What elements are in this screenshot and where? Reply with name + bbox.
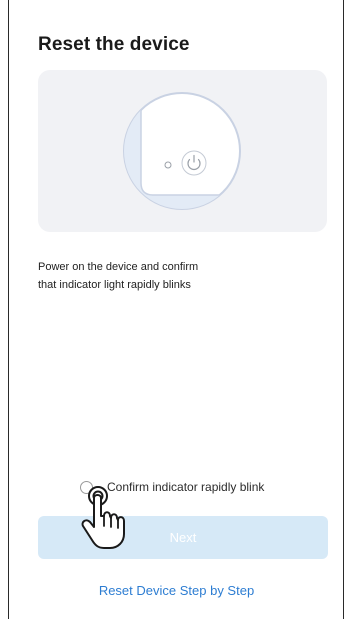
screen-right-edge <box>343 0 344 619</box>
device-power-illustration <box>123 92 241 210</box>
instructions-text: Power on the device and confirm that ind… <box>38 258 278 294</box>
instructions-line-1: Power on the device and confirm <box>38 261 199 273</box>
indicator-light-icon <box>164 161 172 169</box>
reset-device-screen: Reset the device Power on the device and… <box>0 0 353 619</box>
screen-left-edge <box>8 0 9 619</box>
page-title: Reset the device <box>38 34 190 55</box>
tap-hand-icon <box>81 486 125 549</box>
instructions-line-2: that indicator light rapidly blinks <box>38 279 191 291</box>
reset-device-step-by-step-link[interactable]: Reset Device Step by Step <box>0 583 353 598</box>
device-illustration-panel <box>38 70 327 232</box>
power-icon <box>181 150 207 176</box>
